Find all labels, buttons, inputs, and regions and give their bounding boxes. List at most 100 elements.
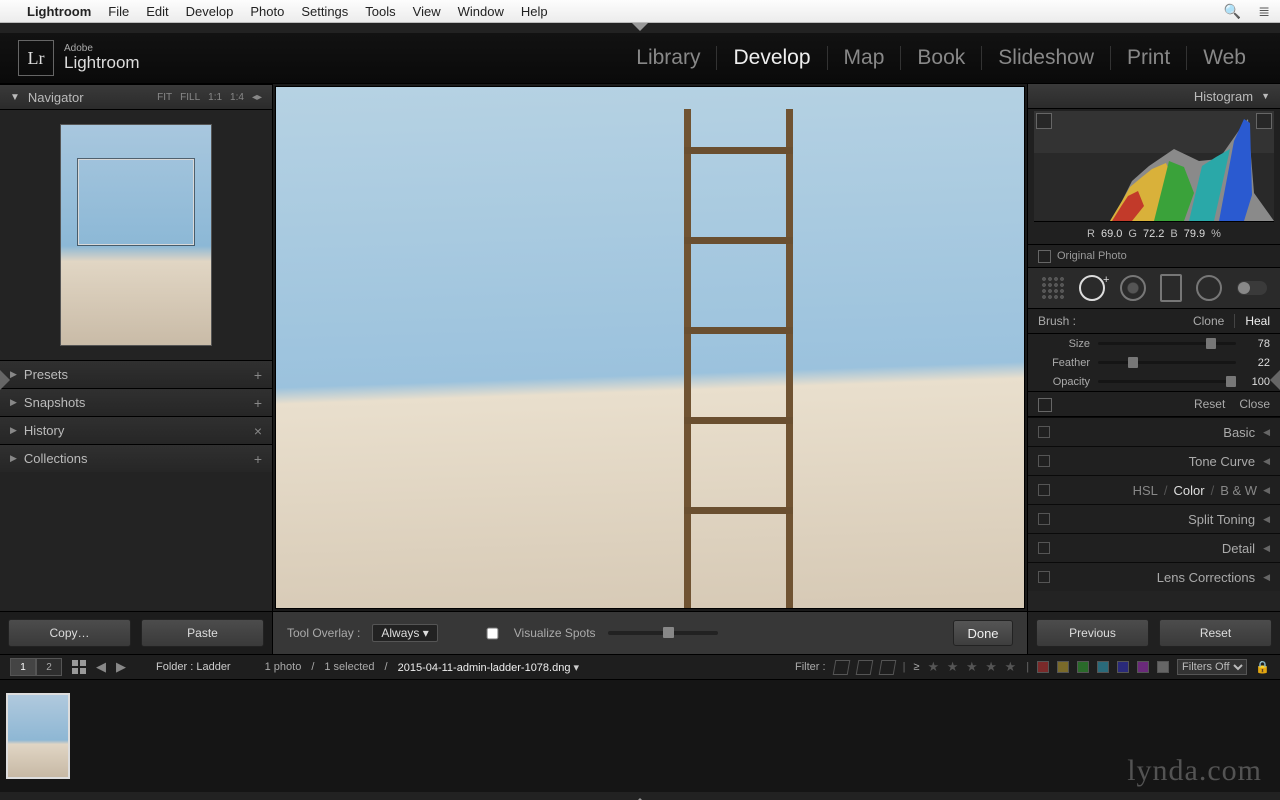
spot-removal-tool-icon[interactable] — [1079, 275, 1105, 301]
menu-window[interactable]: Window — [458, 4, 504, 19]
bottom-panel-collapse[interactable] — [0, 792, 1280, 800]
close-spot-button[interactable]: Close — [1239, 397, 1270, 411]
nav-forward-icon[interactable]: ▶ — [116, 659, 126, 675]
add-preset-button[interactable]: + — [254, 367, 262, 383]
rating-ge-icon[interactable]: ≥ — [913, 661, 919, 673]
zoom-fill[interactable]: FILL — [180, 92, 200, 103]
filter-preset-select[interactable]: Filters Off — [1177, 659, 1247, 675]
redeye-tool-icon[interactable] — [1120, 275, 1146, 301]
notification-center-icon[interactable]: ≣ — [1258, 3, 1270, 20]
presets-section[interactable]: ▶ Presets + — [0, 360, 272, 388]
zoom-1-1[interactable]: 1:1 — [208, 92, 222, 103]
current-filename[interactable]: 2015-04-11-admin-ladder-1078.dng — [398, 662, 571, 674]
add-collection-button[interactable]: + — [254, 451, 262, 467]
hsl-tab[interactable]: HSL — [1133, 483, 1158, 498]
label-filter-red[interactable] — [1037, 661, 1049, 673]
add-snapshot-button[interactable]: + — [254, 395, 262, 411]
menu-develop[interactable]: Develop — [186, 4, 234, 19]
basic-section[interactable]: Basic◀ — [1028, 417, 1280, 446]
histogram-graph[interactable] — [1034, 111, 1274, 222]
navigator-viewport[interactable] — [78, 159, 194, 245]
histogram-header[interactable]: Histogram ▼ — [1028, 84, 1280, 109]
reset-all-button[interactable]: Reset — [1159, 619, 1272, 647]
original-photo-toggle[interactable]: Original Photo — [1028, 244, 1280, 268]
split-toning-section[interactable]: Split Toning◀ — [1028, 504, 1280, 533]
navigator-preview[interactable] — [0, 110, 272, 360]
source-folder-label[interactable]: Folder : Ladder — [156, 661, 231, 673]
app-menu[interactable]: Lightroom — [27, 4, 91, 19]
nav-back-icon[interactable]: ◀ — [96, 659, 106, 675]
history-section[interactable]: ▶ History × — [0, 416, 272, 444]
crop-tool-icon[interactable] — [1041, 276, 1065, 300]
module-develop[interactable]: Develop — [717, 46, 826, 70]
primary-display-button[interactable]: 1 — [10, 658, 36, 676]
size-value[interactable]: 78 — [1244, 338, 1270, 350]
tool-overlay-select[interactable]: Always ▾ — [372, 624, 437, 642]
zoom-stepper-icon[interactable]: ◂▸ — [252, 92, 262, 103]
feather-value[interactable]: 22 — [1244, 357, 1270, 369]
label-filter-custom[interactable] — [1137, 661, 1149, 673]
filmstrip[interactable]: lynda.com — [0, 680, 1280, 792]
label-filter-green[interactable] — [1077, 661, 1089, 673]
zoom-fit[interactable]: FIT — [157, 92, 172, 103]
menu-edit[interactable]: Edit — [146, 4, 168, 19]
clear-history-button[interactable]: × — [254, 423, 262, 439]
size-slider[interactable] — [1098, 342, 1236, 345]
paste-settings-button[interactable]: Paste — [141, 619, 264, 647]
label-filter-purple[interactable] — [1117, 661, 1129, 673]
zoom-custom[interactable]: 1:4 — [230, 92, 244, 103]
rating-filter[interactable]: ★ ★ ★ ★ ★ — [927, 659, 1018, 675]
label-filter-blue[interactable] — [1097, 661, 1109, 673]
hsl-color-bw-section[interactable]: HSL/ Color/ B & W ◀ — [1028, 475, 1280, 504]
module-map[interactable]: Map — [828, 46, 901, 70]
grid-view-icon[interactable] — [72, 660, 86, 674]
radial-filter-tool-icon[interactable] — [1196, 275, 1222, 301]
flag-unflagged-filter-icon[interactable] — [855, 660, 873, 675]
feather-slider[interactable] — [1098, 361, 1236, 364]
detail-section[interactable]: Detail◀ — [1028, 533, 1280, 562]
menu-view[interactable]: View — [413, 4, 441, 19]
reset-spot-button[interactable]: Reset — [1194, 397, 1225, 411]
filter-lock-icon[interactable]: 🔒 — [1255, 660, 1270, 674]
tone-curve-section[interactable]: Tone Curve◀ — [1028, 446, 1280, 475]
top-panel-collapse[interactable] — [0, 23, 1280, 33]
module-web[interactable]: Web — [1187, 46, 1262, 70]
flag-picked-filter-icon[interactable] — [832, 660, 850, 675]
bw-tab[interactable]: B & W — [1220, 483, 1257, 498]
heal-mode[interactable]: Heal — [1245, 314, 1270, 328]
module-print[interactable]: Print — [1111, 46, 1186, 70]
menu-settings[interactable]: Settings — [301, 4, 348, 19]
module-book[interactable]: Book — [901, 46, 981, 70]
menu-file[interactable]: File — [108, 4, 129, 19]
opacity-slider[interactable] — [1098, 380, 1236, 383]
module-library[interactable]: Library — [620, 46, 716, 70]
label-filter-yellow[interactable] — [1057, 661, 1069, 673]
panel-switch-icon[interactable] — [1038, 398, 1052, 412]
visualize-spots-checkbox[interactable] — [486, 627, 498, 639]
menu-photo[interactable]: Photo — [250, 4, 284, 19]
previous-button[interactable]: Previous — [1036, 619, 1149, 647]
module-slideshow[interactable]: Slideshow — [982, 46, 1110, 70]
graduated-filter-tool-icon[interactable] — [1160, 274, 1182, 302]
menu-tools[interactable]: Tools — [365, 4, 395, 19]
lens-corrections-section[interactable]: Lens Corrections◀ — [1028, 562, 1280, 591]
copy-settings-button[interactable]: Copy… — [8, 619, 131, 647]
collections-section[interactable]: ▶ Collections + — [0, 444, 272, 472]
secondary-display-button[interactable]: 2 — [36, 658, 62, 676]
visualize-spots-slider[interactable] — [608, 631, 718, 635]
left-panel-collapse-arrow[interactable] — [0, 370, 10, 390]
menu-help[interactable]: Help — [521, 4, 548, 19]
label-filter-none[interactable] — [1157, 661, 1169, 673]
navigator-header[interactable]: ▼ Navigator FIT FILL 1:1 1:4 ◂▸ — [0, 84, 272, 110]
clone-mode[interactable]: Clone — [1193, 314, 1224, 328]
done-button[interactable]: Done — [953, 620, 1013, 646]
flag-rejected-filter-icon[interactable] — [878, 660, 896, 675]
snapshots-section[interactable]: ▶ Snapshots + — [0, 388, 272, 416]
adjustment-brush-tool-icon[interactable] — [1237, 281, 1267, 295]
color-tab[interactable]: Color — [1174, 483, 1205, 498]
spotlight-icon[interactable]: 🔍 — [1224, 3, 1241, 20]
right-panel-collapse-arrow[interactable] — [1270, 370, 1280, 390]
opacity-value[interactable]: 100 — [1244, 376, 1270, 388]
filmstrip-thumbnail[interactable] — [6, 693, 70, 779]
photo-canvas[interactable] — [275, 86, 1025, 609]
